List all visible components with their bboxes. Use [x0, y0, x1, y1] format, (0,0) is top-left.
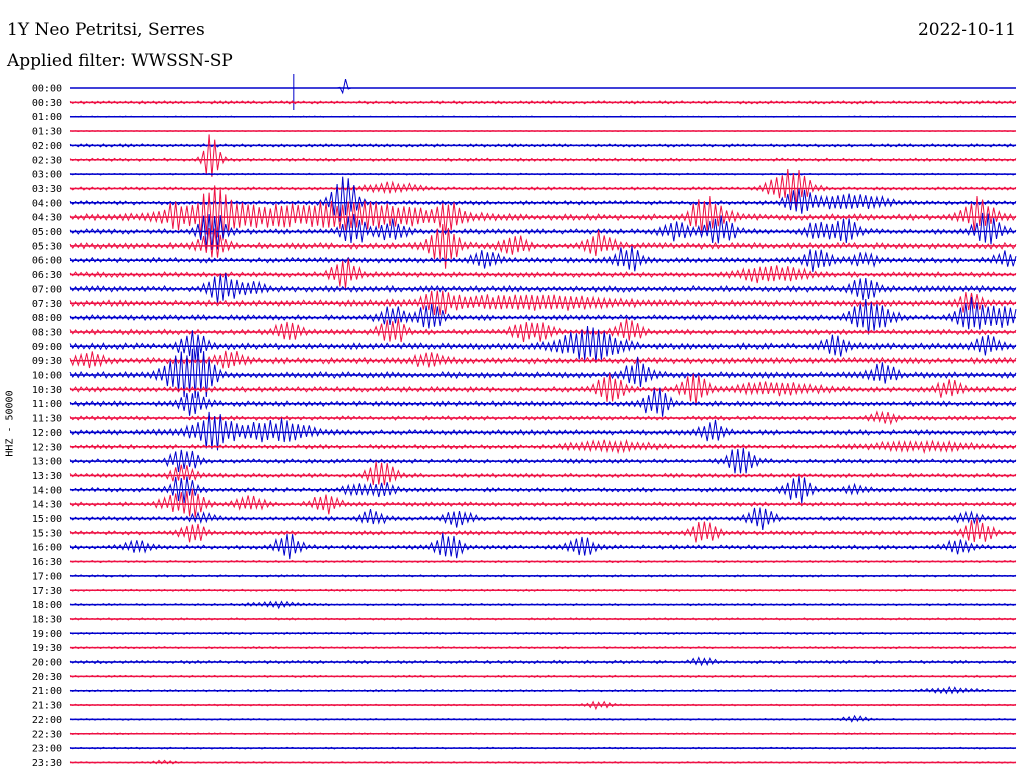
time-tick-label: 03:30 [32, 184, 62, 195]
seismic-trace-1600 [69, 532, 1017, 560]
time-tick-label: 23:30 [32, 758, 62, 769]
time-tick-label: 02:00 [32, 141, 62, 152]
time-tick-label: 11:30 [32, 414, 62, 425]
seismic-trace-1530 [69, 517, 1017, 543]
time-tick-label: 15:00 [32, 514, 62, 525]
time-tick-label: 04:30 [32, 213, 62, 224]
time-tick-label: 18:30 [32, 614, 62, 625]
time-tick-label: 01:00 [32, 112, 62, 123]
time-tick-label: 09:00 [32, 342, 62, 353]
seismic-trace-1430 [69, 488, 1017, 518]
time-tick-label: 17:30 [32, 586, 62, 597]
time-tick-label: 17:00 [32, 571, 62, 582]
seismic-trace-0930 [69, 350, 1017, 369]
time-tick-label: 10:00 [32, 371, 62, 382]
time-tick-label: 01:30 [32, 127, 62, 138]
time-tick-label: 07:30 [32, 299, 62, 310]
time-tick-label: 10:30 [32, 385, 62, 396]
time-tick-label: 08:30 [32, 327, 62, 338]
time-tick-label: 22:00 [32, 715, 62, 726]
seismic-trace-1330 [69, 461, 1017, 486]
time-tick-label: 13:30 [32, 471, 62, 482]
time-tick-label: 04:00 [32, 198, 62, 209]
time-tick-label: 00:30 [32, 98, 62, 109]
time-tick-label: 21:30 [32, 701, 62, 712]
time-tick-label: 05:30 [32, 241, 62, 252]
time-tick-label: 21:00 [32, 686, 62, 697]
time-tick-label: 08:00 [32, 313, 62, 324]
time-tick-label: 16:00 [32, 543, 62, 554]
time-tick-label: 12:00 [32, 428, 62, 439]
time-tick-label: 23:00 [32, 744, 62, 755]
time-tick-label: 12:30 [32, 442, 62, 453]
time-tick-label: 06:30 [32, 270, 62, 281]
time-tick-label: 18:00 [32, 600, 62, 611]
time-tick-label: 02:30 [32, 155, 62, 166]
time-tick-label: 13:00 [32, 457, 62, 468]
time-tick-label: 20:30 [32, 672, 62, 683]
seismic-trace-0000 [295, 78, 1016, 95]
time-tick-label: 22:30 [32, 729, 62, 740]
time-tick-label: 06:00 [32, 256, 62, 267]
time-tick-label: 15:30 [32, 528, 62, 539]
time-tick-label: 14:00 [32, 485, 62, 496]
time-tick-label: 07:00 [32, 284, 62, 295]
time-tick-label: 20:00 [32, 658, 62, 669]
time-tick-label: 19:00 [32, 629, 62, 640]
time-tick-label: 19:30 [32, 643, 62, 654]
time-tick-label: 16:30 [32, 557, 62, 568]
time-tick-label: 05:00 [32, 227, 62, 238]
seismic-trace-1000 [69, 346, 1017, 399]
time-tick-label: 14:30 [32, 500, 62, 511]
seismic-trace-0230 [69, 134, 1017, 177]
time-tick-label: 09:30 [32, 356, 62, 367]
time-tick-label: 11:00 [32, 399, 62, 410]
time-tick-label: 00:00 [32, 84, 62, 95]
time-tick-label: 03:00 [32, 170, 62, 181]
seismogram-plot: 00:00 00:30 01:00 01:30 02:00 02:30 03:00 03:30… [32, 74, 1017, 769]
